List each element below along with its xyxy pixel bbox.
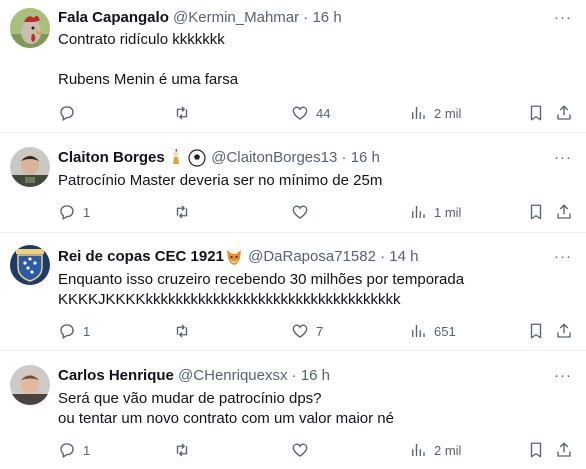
more-options-button[interactable]: ··· [554, 8, 572, 28]
tweet-text: Será que vão mudar de patrocínio dps? ou… [58, 390, 394, 427]
tweet-text: Contrato ridículo kkkkkkk Rubens Menin é… [58, 31, 239, 88]
bookmark-icon [530, 323, 542, 339]
timestamp[interactable]: 16 h [301, 367, 330, 384]
retweet-icon [176, 205, 188, 219]
more-options-button[interactable]: ··· [554, 366, 572, 386]
share-icon [557, 105, 571, 120]
bookmark-button[interactable] [527, 320, 545, 342]
views-icon [412, 107, 425, 119]
tweet[interactable]: Claiton Borges @ClaitonBorges13 · 16 h ·… [0, 133, 586, 233]
views-count: 651 [434, 323, 456, 339]
views-count: 2 mil [434, 105, 462, 121]
share-button[interactable] [555, 439, 573, 461]
tweet-header: Claiton Borges @ClaitonBorges13 · 16 h ·… [58, 148, 572, 168]
views-button[interactable]: 1 mil [409, 201, 461, 223]
display-name[interactable]: Claiton Borges [58, 149, 165, 166]
bookmark-icon [530, 105, 542, 121]
more-options-button[interactable]: ··· [554, 247, 572, 267]
timestamp[interactable]: 14 h [389, 248, 418, 265]
retweet-button[interactable] [173, 439, 198, 461]
tweet-header: Rei de copas CEC 1921 @DaRaposa71582 · 1… [58, 247, 572, 267]
like-button[interactable]: 44 [291, 102, 330, 124]
tweet-text: Enquanto isso cruzeiro recebendo 30 milh… [58, 271, 465, 308]
like-icon [292, 324, 308, 338]
views-count: 2 mil [434, 442, 462, 458]
views-icon [412, 206, 425, 218]
reply-button[interactable]: 1 [58, 201, 90, 223]
avatar[interactable] [10, 147, 50, 187]
soccer-ball-icon [188, 149, 206, 167]
tweet-text: Patrocínio Master deveria ser no mínimo … [58, 172, 383, 189]
reply-icon [60, 106, 74, 121]
views-icon [412, 444, 425, 456]
display-name[interactable]: Carlos Henrique [58, 367, 174, 384]
tweet-header: Fala Capangalo @Kermin_Mahmar · 16 h ··· [58, 8, 572, 28]
reply-button[interactable]: 1 [58, 439, 90, 461]
display-name[interactable]: Rei de copas CEC 1921 [58, 248, 224, 265]
avatar[interactable] [10, 8, 50, 48]
retweet-icon [176, 443, 188, 457]
bookmark-icon [530, 204, 542, 220]
reply-icon [60, 205, 74, 220]
share-button[interactable] [555, 320, 573, 342]
like-count: 7 [316, 323, 324, 339]
retweet-button[interactable] [173, 201, 198, 223]
reply-count: 1 [83, 204, 91, 220]
tweet[interactable]: Fala Capangalo @Kermin_Mahmar · 16 h ···… [0, 0, 586, 133]
timestamp[interactable]: 16 h [312, 9, 341, 26]
tweet[interactable]: Carlos Henrique @CHenriquexsx · 16 h ···… [0, 351, 586, 469]
timestamp[interactable]: 16 h [351, 149, 380, 166]
retweet-icon [176, 324, 188, 338]
bookmark-button[interactable] [527, 102, 545, 124]
share-button[interactable] [555, 201, 573, 223]
reply-button[interactable]: 1 [58, 320, 90, 342]
more-options-button[interactable]: ··· [554, 148, 572, 168]
reply-icon [60, 443, 74, 458]
bookmark-icon [530, 442, 542, 458]
retweet-icon [176, 106, 188, 120]
like-icon [292, 443, 308, 457]
display-name[interactable]: Fala Capangalo [58, 9, 169, 26]
like-button[interactable] [291, 201, 316, 223]
reply-icon [60, 324, 74, 339]
share-icon [557, 323, 571, 338]
bookmark-button[interactable] [527, 439, 545, 461]
reply-count: 1 [83, 323, 91, 339]
avatar[interactable] [10, 365, 50, 405]
share-icon [557, 204, 571, 219]
retweet-button[interactable] [173, 102, 198, 124]
reply-count: 1 [83, 442, 91, 458]
share-button[interactable] [555, 102, 573, 124]
share-icon [557, 442, 571, 457]
fox-emoji-icon [226, 250, 241, 266]
separator-dot: · [303, 9, 309, 26]
views-count: 1 mil [434, 204, 462, 220]
user-handle[interactable]: @CHenriquexsx [178, 367, 287, 384]
views-button[interactable]: 2 mil [409, 102, 461, 124]
views-button[interactable]: 651 [409, 320, 456, 342]
tweet[interactable]: Rei de copas CEC 1921 @DaRaposa71582 · 1… [0, 233, 586, 351]
user-handle[interactable]: @DaRaposa71582 [248, 248, 376, 265]
avatar[interactable] [10, 245, 50, 285]
bookmark-button[interactable] [527, 201, 545, 223]
separator-dot: · [380, 248, 386, 265]
user-handle[interactable]: @ClaitonBorges13 [211, 149, 337, 166]
like-icon [292, 106, 308, 120]
tweet-header: Carlos Henrique @CHenriquexsx · 16 h ··· [58, 366, 572, 386]
rooster-emoji-icon [172, 149, 179, 165]
like-button[interactable]: 7 [291, 320, 323, 342]
user-handle[interactable]: @Kermin_Mahmar [173, 9, 299, 26]
like-button[interactable] [291, 439, 316, 461]
separator-dot: · [291, 367, 297, 384]
like-count: 44 [316, 105, 331, 121]
views-button[interactable]: 2 mil [409, 439, 461, 461]
views-icon [412, 325, 425, 337]
reply-button[interactable] [58, 102, 83, 124]
separator-dot: · [341, 149, 347, 166]
like-icon [292, 205, 308, 219]
retweet-button[interactable] [173, 320, 198, 342]
